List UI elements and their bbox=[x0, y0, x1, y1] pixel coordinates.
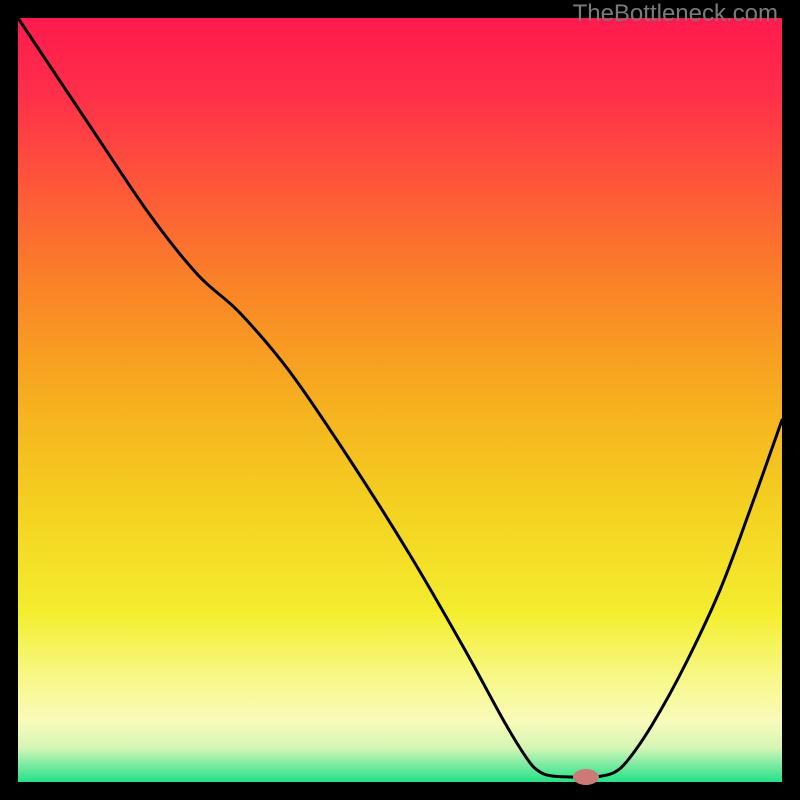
selected-point-marker bbox=[573, 769, 599, 785]
watermark-text: TheBottleneck.com bbox=[573, 0, 778, 28]
plot-background bbox=[18, 18, 782, 782]
bottleneck-chart bbox=[0, 0, 800, 800]
